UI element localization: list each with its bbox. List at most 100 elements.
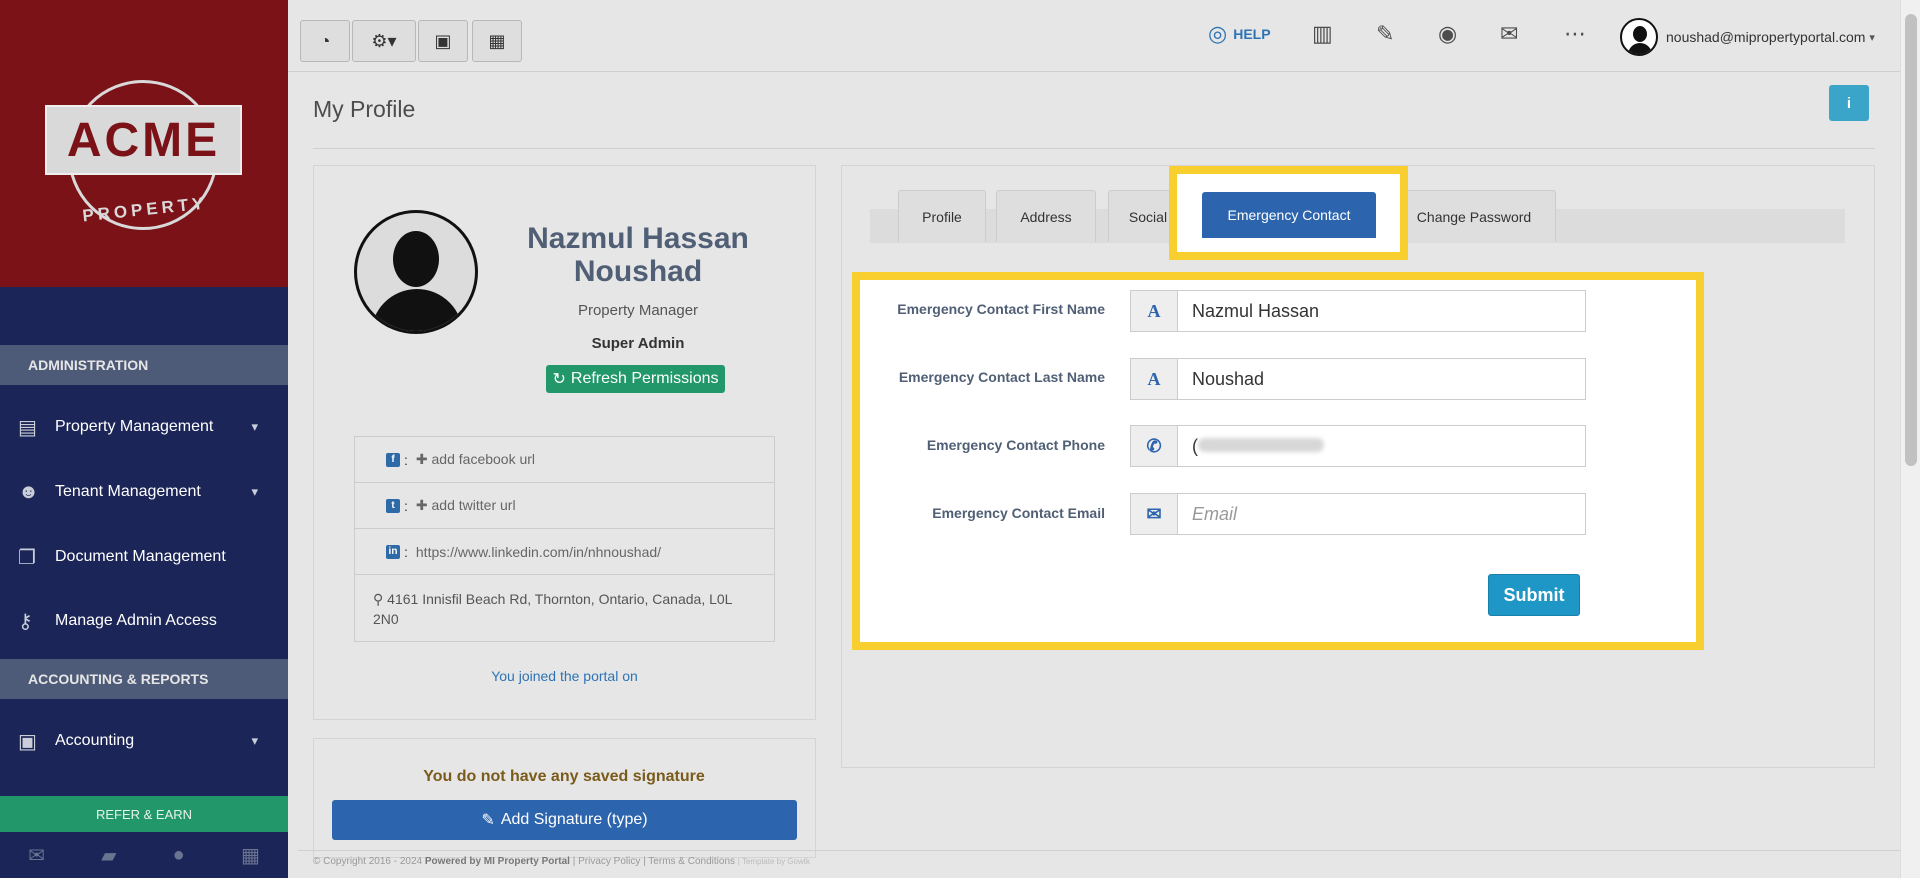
tab-profile[interactable]: Profile	[898, 190, 986, 242]
top-bar: ◔ ⚙▾ ▣ ▦ ◎ HELP ▥ ✎ ◉ ✉ ⋯ noushad@miprop…	[288, 0, 1900, 72]
sidebar-item-manage-admin-access[interactable]: ⚷ Manage Admin Access	[0, 601, 288, 641]
briefcase-icon[interactable]: ▰	[101, 843, 116, 868]
settings-dropdown-button[interactable]: ⚙▾	[352, 20, 416, 62]
sidebar-item-document-management[interactable]: ❐ Document Management	[0, 537, 288, 577]
sidebar-item-tenant-management[interactable]: ☻ Tenant Management ▾	[0, 472, 288, 512]
envelope-icon[interactable]: ✉	[1500, 20, 1518, 48]
sidebar-item-property-management[interactable]: ▤ Property Management ▾	[0, 407, 288, 447]
emergency-last-name-input[interactable]	[1177, 358, 1586, 400]
key-icon: ⚷	[18, 610, 33, 633]
section-administration: ADMINISTRATION	[0, 345, 288, 385]
scrollbar-thumb[interactable]	[1905, 14, 1917, 466]
profile-name-first: Nazmul Hassan	[527, 222, 749, 255]
add-facebook-link[interactable]: ✚ add facebook url	[416, 451, 535, 468]
joined-text: You joined the portal on	[491, 668, 638, 684]
profile-access-level: Super Admin	[591, 335, 685, 352]
social-links-list: f: ✚ add facebook url t: ✚ add twitter u…	[354, 436, 775, 642]
wrench-icon[interactable]: ✎	[1376, 20, 1394, 48]
profile-name: Nazmul Hassan Noushad	[488, 222, 788, 288]
sidebar-item-accounting[interactable]: ▣ Accounting ▾	[0, 721, 288, 761]
facebook-link-label: add facebook url	[431, 451, 536, 467]
dashboard-icon: ◔	[319, 30, 331, 51]
avatar	[1620, 18, 1658, 56]
sidebar-bottom-toolbar: ✉ ▰ ● ▦	[0, 832, 288, 878]
documents-icon: ❐	[18, 546, 36, 569]
first-name-label: Emergency Contact First Name	[897, 301, 1105, 317]
add-twitter-link[interactable]: ✚ add twitter url	[416, 497, 516, 514]
emergency-first-name-input[interactable]	[1177, 290, 1586, 332]
phone-icon: ✆	[1130, 425, 1178, 467]
calendar-button[interactable]: ▣	[418, 20, 468, 62]
list-item-address: ⚲ 4161 Innisfil Beach Rd, Thornton, Onta…	[355, 575, 774, 641]
envelope-icon: ✉	[1130, 493, 1178, 535]
refresh-icon: ↻	[552, 371, 566, 388]
user-menu[interactable]: noushad@mipropertyportal.com ▾	[1620, 18, 1875, 56]
gear-icon: ⚙▾	[371, 30, 397, 51]
logo-text: ACME	[66, 113, 221, 167]
section-accounting-reports: ACCOUNTING & REPORTS	[0, 659, 288, 699]
footer-template: | Template by Gowtk	[737, 857, 810, 866]
email-label: Emergency Contact Email	[932, 505, 1105, 521]
last-name-label: Emergency Contact Last Name	[898, 369, 1105, 385]
calculator-icon: ▦	[488, 30, 506, 51]
sidebar-item-label: Document Management	[55, 548, 226, 565]
dashboard-button[interactable]: ◔	[300, 20, 350, 62]
help-link[interactable]: ◎ HELP	[1208, 20, 1271, 48]
footer-copyright: © Copyright 2016 - 2024	[313, 856, 423, 867]
sidebar-item-label: Property Management	[55, 418, 214, 435]
edit-icon: ✎	[481, 812, 495, 829]
sidebar: ACME PROPERTY ADMINISTRATION ▤ Property …	[0, 0, 288, 878]
list-item-facebook: f: ✚ add facebook url	[355, 437, 774, 483]
calculator-button[interactable]: ▦	[472, 20, 522, 62]
map-marker-icon: ⚲	[373, 591, 384, 607]
sidebar-item-label: Manage Admin Access	[55, 612, 217, 629]
page-title: My Profile	[313, 96, 416, 122]
add-signature-button[interactable]: ✎ Add Signature (type)	[332, 800, 797, 840]
no-signature-message: You do not have any saved signature	[423, 768, 705, 785]
tab-emergency-contact[interactable]: Emergency Contact	[1202, 192, 1376, 238]
chevron-down-icon: ▾	[1869, 31, 1875, 44]
calendar-icon: ▣	[434, 30, 452, 51]
calculator-icon[interactable]: ▦	[241, 843, 260, 868]
tab-change-password[interactable]: Change Password	[1392, 190, 1556, 242]
company-logo[interactable]: ACME	[45, 105, 242, 175]
eye-icon[interactable]: ◉	[1438, 20, 1457, 48]
text-format-icon: A	[1130, 358, 1178, 400]
info-icon: i	[1846, 94, 1852, 112]
profile-role: Property Manager	[577, 302, 699, 319]
user-email: noushad@mipropertyportal.com	[1666, 29, 1866, 45]
building-icon: ▤	[18, 416, 37, 439]
submit-button[interactable]: Submit	[1488, 574, 1580, 616]
sidebar-item-label: Tenant Management	[55, 483, 201, 500]
profile-name-last: Noushad	[573, 255, 703, 288]
help-label: HELP	[1233, 26, 1271, 42]
refresh-permissions-button[interactable]: ↻ Refresh Permissions	[546, 365, 725, 393]
footer-divider	[298, 850, 1900, 851]
linkedin-link[interactable]: https://www.linkedin.com/in/nhnoushad/	[416, 544, 661, 560]
refer-and-earn-button[interactable]: REFER & EARN	[0, 796, 288, 832]
footer-links[interactable]: | Privacy Policy | Terms & Conditions	[573, 856, 735, 867]
chevron-down-icon: ▾	[251, 733, 258, 748]
info-button[interactable]: i	[1829, 85, 1869, 121]
plus-icon: ✚	[415, 497, 432, 513]
sidebar-item-label: Accounting	[55, 732, 135, 749]
page-scrollbar[interactable]	[1900, 0, 1920, 878]
envelope-icon[interactable]: ✉	[28, 843, 45, 868]
money-icon: ▣	[18, 730, 37, 753]
twitter-link-label: add twitter url	[431, 497, 516, 513]
footer-powered: Powered by MI Property Portal	[424, 856, 570, 867]
tab-address[interactable]: Address	[996, 190, 1096, 242]
footer: © Copyright 2016 - 2024 Powered by MI Pr…	[313, 856, 810, 867]
twitter-icon: t	[386, 498, 400, 513]
chevron-down-icon: ▾	[251, 419, 258, 434]
text-format-icon: A	[1130, 290, 1178, 332]
address-text: 4161 Innisfil Beach Rd, Thornton, Ontari…	[373, 591, 732, 627]
phone-label: Emergency Contact Phone	[926, 437, 1105, 453]
signature-card	[313, 738, 816, 858]
more-icon[interactable]: ⋯	[1564, 20, 1586, 48]
emergency-email-input[interactable]	[1177, 493, 1586, 535]
chevron-down-icon: ▾	[251, 484, 258, 499]
facebook-icon: f	[386, 452, 400, 467]
chart-icon[interactable]: ▥	[1312, 20, 1333, 48]
user-icon[interactable]: ●	[173, 844, 185, 867]
